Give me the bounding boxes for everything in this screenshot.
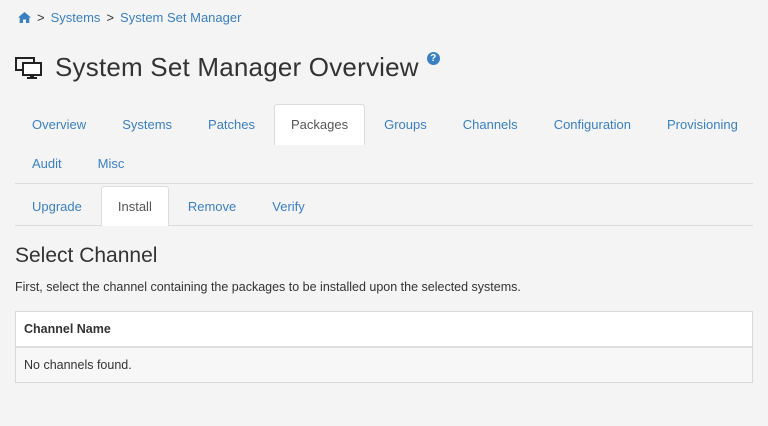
breadcrumb: > Systems > System Set Manager [18, 10, 241, 25]
channel-table: Channel Name No channels found. [15, 311, 753, 383]
breadcrumb-separator: > [37, 10, 45, 25]
tab-systems[interactable]: Systems [105, 104, 189, 144]
tab-packages[interactable]: Packages [274, 104, 366, 145]
breadcrumb-ssm-link[interactable]: System Set Manager [120, 10, 241, 25]
section-title: Select Channel [15, 244, 158, 267]
section-description: First, select the channel containing the… [15, 280, 521, 294]
tab-audit[interactable]: Audit [15, 144, 79, 182]
column-header-channel-name[interactable]: Channel Name [16, 312, 752, 348]
breadcrumb-separator: > [106, 10, 115, 25]
tab-misc[interactable]: Misc [81, 144, 142, 182]
tab-install[interactable]: Install [100, 186, 169, 226]
sub-tabs: Upgrade Install Remove Verify [15, 186, 753, 226]
empty-message: No channels found. [16, 348, 752, 382]
tab-remove[interactable]: Remove [171, 186, 253, 225]
tab-verify[interactable]: Verify [255, 186, 322, 225]
breadcrumb-systems-link[interactable]: Systems [51, 10, 101, 25]
tab-patches[interactable]: Patches [191, 104, 272, 144]
home-icon[interactable] [18, 12, 31, 23]
main-tabs: Overview Systems Patches Packages Groups… [15, 104, 753, 184]
tab-channels[interactable]: Channels [446, 104, 535, 144]
page-header: System Set Manager Overview ? [15, 52, 440, 83]
tab-provisioning[interactable]: Provisioning [650, 104, 755, 144]
question-circle-icon[interactable]: ? [426, 52, 440, 65]
tab-overview[interactable]: Overview [15, 104, 103, 144]
tab-configuration[interactable]: Configuration [537, 104, 648, 144]
tab-groups[interactable]: Groups [367, 104, 444, 144]
page-title: System Set Manager Overview [55, 52, 419, 82]
system-set-icon [15, 56, 43, 79]
tab-upgrade[interactable]: Upgrade [15, 186, 99, 225]
